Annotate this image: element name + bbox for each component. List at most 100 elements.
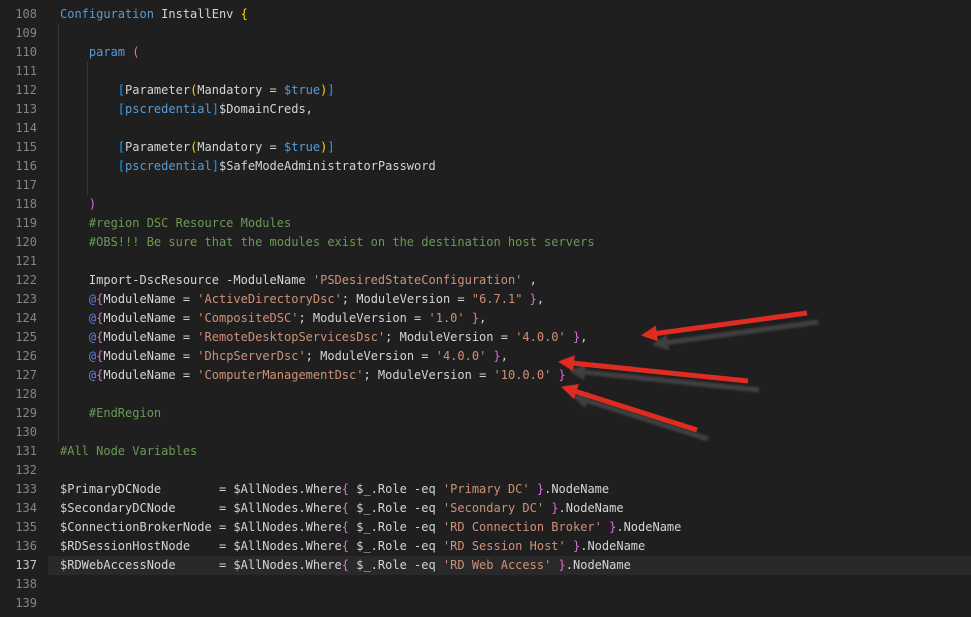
line-number[interactable]: 108: [0, 5, 48, 24]
line-number[interactable]: 113: [0, 100, 48, 119]
code-text[interactable]: Import-DscResource -ModuleName 'PSDesire…: [48, 271, 971, 290]
code-token: $_.Role -eq: [349, 482, 443, 496]
line-number[interactable]: 111: [0, 62, 48, 81]
line-number[interactable]: 122: [0, 271, 48, 290]
line-number[interactable]: 118: [0, 195, 48, 214]
code-text[interactable]: @{ModuleName = 'RemoteDesktopServicesDsc…: [48, 328, 971, 347]
line-number[interactable]: 117: [0, 176, 48, 195]
code-line-112[interactable]: 112 [Parameter(Mandatory = $true)]: [0, 81, 971, 100]
code-line-139[interactable]: 139: [0, 594, 971, 613]
line-number[interactable]: 114: [0, 119, 48, 138]
line-number[interactable]: 123: [0, 290, 48, 309]
code-text[interactable]: Configuration InstallEnv {: [48, 5, 971, 24]
code-line-136[interactable]: 136$RDSessionHostNode = $AllNodes.Where{…: [0, 537, 971, 556]
code-line-138[interactable]: 138: [0, 575, 971, 594]
line-number[interactable]: 139: [0, 594, 48, 613]
line-number[interactable]: 128: [0, 385, 48, 404]
line-number[interactable]: 126: [0, 347, 48, 366]
code-line-110[interactable]: 110 param (: [0, 43, 971, 62]
code-text[interactable]: $ConnectionBrokerNode = $AllNodes.Where{…: [48, 518, 971, 537]
line-number[interactable]: 136: [0, 537, 48, 556]
code-text[interactable]: [48, 385, 971, 404]
code-text[interactable]: [pscredential]$SafeModeAdministratorPass…: [48, 157, 971, 176]
code-text[interactable]: [48, 252, 971, 271]
code-line-125[interactable]: 125 @{ModuleName = 'RemoteDesktopService…: [0, 328, 971, 347]
line-number[interactable]: 132: [0, 461, 48, 480]
code-text[interactable]: @{ModuleName = 'CompositeDSC'; ModuleVer…: [48, 309, 971, 328]
code-line-115[interactable]: 115 [Parameter(Mandatory = $true)]: [0, 138, 971, 157]
code-text[interactable]: @{ModuleName = 'DhcpServerDsc'; ModuleVe…: [48, 347, 971, 366]
line-number[interactable]: 119: [0, 214, 48, 233]
code-line-114[interactable]: 114: [0, 119, 971, 138]
code-line-113[interactable]: 113 [pscredential]$DomainCreds,: [0, 100, 971, 119]
line-number[interactable]: 109: [0, 24, 48, 43]
code-text[interactable]: [48, 594, 971, 613]
code-line-108[interactable]: 108Configuration InstallEnv {: [0, 5, 971, 24]
line-number[interactable]: 138: [0, 575, 48, 594]
code-line-137[interactable]: 137$RDWebAccessNode = $AllNodes.Where{ $…: [0, 556, 971, 575]
code-text[interactable]: $RDWebAccessNode = $AllNodes.Where{ $_.R…: [48, 556, 971, 575]
line-number[interactable]: 125: [0, 328, 48, 347]
code-line-126[interactable]: 126 @{ModuleName = 'DhcpServerDsc'; Modu…: [0, 347, 971, 366]
code-text[interactable]: #OBS!!! Be sure that the modules exist o…: [48, 233, 971, 252]
code-line-130[interactable]: 130: [0, 423, 971, 442]
line-number[interactable]: 120: [0, 233, 48, 252]
code-line-121[interactable]: 121: [0, 252, 971, 271]
code-text[interactable]: [Parameter(Mandatory = $true)]: [48, 138, 971, 157]
code-line-135[interactable]: 135$ConnectionBrokerNode = $AllNodes.Whe…: [0, 518, 971, 537]
code-line-120[interactable]: 120 #OBS!!! Be sure that the modules exi…: [0, 233, 971, 252]
code-line-116[interactable]: 116 [pscredential]$SafeModeAdministrator…: [0, 157, 971, 176]
code-line-129[interactable]: 129 #EndRegion: [0, 404, 971, 423]
code-line-131[interactable]: 131#All Node Variables: [0, 442, 971, 461]
code-text[interactable]: param (: [48, 43, 971, 62]
line-number[interactable]: 135: [0, 518, 48, 537]
code-line-122[interactable]: 122 Import-DscResource -ModuleName 'PSDe…: [0, 271, 971, 290]
code-text[interactable]: $RDSessionHostNode = $AllNodes.Where{ $_…: [48, 537, 971, 556]
code-token: '4.0.0': [436, 349, 487, 363]
code-line-123[interactable]: 123 @{ModuleName = 'ActiveDirectoryDsc';…: [0, 290, 971, 309]
line-number[interactable]: 110: [0, 43, 48, 62]
code-text[interactable]: [48, 24, 971, 43]
code-text[interactable]: #region DSC Resource Modules: [48, 214, 971, 233]
code-line-118[interactable]: 118 ): [0, 195, 971, 214]
code-line-128[interactable]: 128: [0, 385, 971, 404]
code-text[interactable]: $SecondaryDCNode = $AllNodes.Where{ $_.R…: [48, 499, 971, 518]
line-number[interactable]: 112: [0, 81, 48, 100]
code-text[interactable]: @{ModuleName = 'ComputerManagementDsc'; …: [48, 366, 971, 385]
code-text[interactable]: [48, 62, 971, 81]
line-number[interactable]: 130: [0, 423, 48, 442]
line-number[interactable]: 115: [0, 138, 48, 157]
code-text[interactable]: [48, 461, 971, 480]
code-text[interactable]: [48, 423, 971, 442]
code-line-132[interactable]: 132: [0, 461, 971, 480]
code-line-134[interactable]: 134$SecondaryDCNode = $AllNodes.Where{ $…: [0, 499, 971, 518]
code-line-109[interactable]: 109: [0, 24, 971, 43]
code-line-124[interactable]: 124 @{ModuleName = 'CompositeDSC'; Modul…: [0, 309, 971, 328]
line-number[interactable]: 121: [0, 252, 48, 271]
line-number[interactable]: 133: [0, 480, 48, 499]
code-line-119[interactable]: 119 #region DSC Resource Modules: [0, 214, 971, 233]
code-text[interactable]: [48, 575, 971, 594]
line-number[interactable]: 131: [0, 442, 48, 461]
code-text[interactable]: [48, 119, 971, 138]
code-text[interactable]: [Parameter(Mandatory = $true)]: [48, 81, 971, 100]
code-text[interactable]: @{ModuleName = 'ActiveDirectoryDsc'; Mod…: [48, 290, 971, 309]
code-text[interactable]: #EndRegion: [48, 404, 971, 423]
code-line-111[interactable]: 111: [0, 62, 971, 81]
line-number[interactable]: 137: [0, 556, 48, 575]
code-line-117[interactable]: 117: [0, 176, 971, 195]
code-text[interactable]: ): [48, 195, 971, 214]
line-number[interactable]: 129: [0, 404, 48, 423]
line-number[interactable]: 127: [0, 366, 48, 385]
code-editor[interactable]: 107108Configuration InstallEnv {109110 p…: [0, 0, 971, 617]
code-line-127[interactable]: 127 @{ModuleName = 'ComputerManagementDs…: [0, 366, 971, 385]
code-text[interactable]: #All Node Variables: [48, 442, 971, 461]
line-number[interactable]: 124: [0, 309, 48, 328]
code-line-133[interactable]: 133$PrimaryDCNode = $AllNodes.Where{ $_.…: [0, 480, 971, 499]
code-text[interactable]: $PrimaryDCNode = $AllNodes.Where{ $_.Rol…: [48, 480, 971, 499]
code-token: [60, 83, 118, 97]
code-text[interactable]: [pscredential]$DomainCreds,: [48, 100, 971, 119]
line-number[interactable]: 134: [0, 499, 48, 518]
code-text[interactable]: [48, 176, 971, 195]
line-number[interactable]: 116: [0, 157, 48, 176]
